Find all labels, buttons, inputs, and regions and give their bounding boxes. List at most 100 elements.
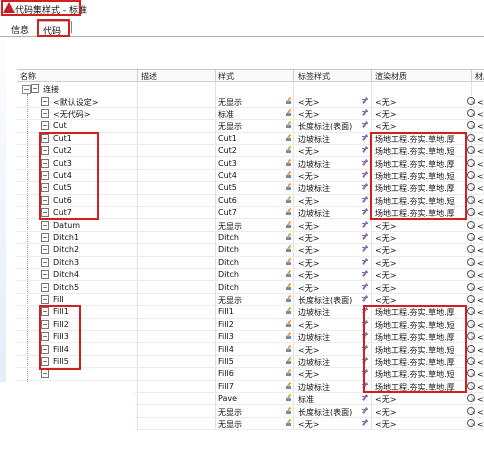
row-style[interactable]: Fill1 [218, 307, 284, 316]
label-style-icon[interactable] [362, 394, 370, 402]
header-divider[interactable] [137, 70, 138, 82]
style-edit-icon[interactable] [285, 208, 293, 216]
row-style[interactable]: Fill5 [218, 357, 284, 366]
row-material[interactable]: <无> [477, 307, 484, 318]
row-style[interactable]: Cut5 [218, 183, 284, 192]
row-tag-style[interactable]: <无> [298, 196, 372, 207]
row-render-material[interactable]: <无> [375, 419, 463, 430]
table-row[interactable]: Ditch4Ditch<无><无><无> [17, 269, 484, 282]
row-name[interactable]: Cut6 [53, 196, 137, 205]
material-browse-icon[interactable] [467, 220, 475, 229]
row-name[interactable]: Fill4 [53, 345, 137, 354]
table-row[interactable]: Fill3 Fill3 边坡标注场地工程.夯实.草地.厚 <无> [17, 331, 484, 344]
material-browse-icon[interactable] [467, 133, 475, 142]
table-row[interactable]: Cut2Cut2<无>场地工程.夯实.草地.短<无> [17, 145, 484, 158]
material-browse-icon[interactable] [467, 245, 475, 254]
style-edit-icon[interactable] [285, 270, 293, 278]
row-style[interactable]: Ditch [218, 270, 284, 279]
material-browse-icon[interactable] [467, 170, 475, 179]
row-style[interactable]: 无显示 [218, 407, 284, 418]
row-render-material[interactable]: 场地工程.夯实.草地.短 [375, 171, 463, 182]
material-browse-icon[interactable] [467, 319, 475, 328]
label-style-icon[interactable] [362, 233, 370, 241]
row-material[interactable]: <无> [477, 245, 484, 256]
table-row[interactable]: Cut7 Cut7 边坡标注场地工程.夯实.草地.厚 <无> [17, 207, 484, 220]
row-tag-style[interactable]: 边坡标注 [298, 357, 372, 368]
row-material[interactable]: <无> [477, 134, 484, 145]
style-edit-icon[interactable] [285, 183, 293, 191]
tree-root-row[interactable]: 连接 [17, 83, 484, 95]
style-edit-icon[interactable] [285, 332, 293, 340]
row-style[interactable]: Ditch [218, 245, 284, 254]
row-tag-style[interactable]: <无> [298, 345, 372, 356]
style-edit-icon[interactable] [285, 369, 293, 377]
row-tag-style[interactable]: <无> [298, 283, 372, 294]
row-tag-style[interactable]: 长度标注(表面) [298, 295, 372, 306]
row-name[interactable]: Cut [53, 121, 137, 130]
table-row[interactable]: Cut无显示长度标注(表面)<无><无> [17, 120, 484, 133]
row-render-material[interactable]: <无> [375, 283, 463, 294]
row-name[interactable]: Cut2 [53, 146, 137, 155]
header-style[interactable]: 样式 [218, 71, 234, 82]
table-row[interactable]: Fill1 Fill1 边坡标注场地工程.夯实.草地.厚 <无> [17, 306, 484, 319]
row-material[interactable]: <无> [477, 221, 484, 232]
row-name[interactable]: <无代码> [53, 109, 137, 120]
style-edit-icon[interactable] [285, 382, 293, 390]
row-style[interactable]: Cut7 [218, 208, 284, 217]
label-style-icon[interactable] [362, 245, 370, 253]
row-render-material[interactable]: <无> [375, 121, 463, 132]
label-style-icon[interactable] [362, 369, 370, 377]
material-browse-icon[interactable] [467, 146, 475, 155]
row-render-material[interactable]: <无> [375, 233, 463, 244]
label-style-icon[interactable] [362, 121, 370, 129]
row-render-material[interactable]: <无> [375, 258, 463, 269]
style-edit-icon[interactable] [285, 345, 293, 353]
row-tag-style[interactable]: 长度标注(表面) [298, 407, 372, 418]
row-style[interactable]: Pave [218, 394, 284, 403]
row-material[interactable]: <无> [477, 394, 484, 405]
material-browse-icon[interactable] [467, 257, 475, 266]
row-name[interactable]: Fill1 [53, 307, 137, 316]
row-style[interactable]: Cut2 [218, 146, 284, 155]
row-render-material[interactable]: 场地工程.夯实.草地.短 [375, 320, 463, 331]
row-render-material[interactable]: <无> [375, 407, 463, 418]
row-name[interactable]: Ditch3 [53, 258, 137, 267]
table-row[interactable]: Fill5 Fill5 边坡标注场地工程.夯实.草地.厚 <无> [17, 356, 484, 369]
material-browse-icon[interactable] [467, 307, 475, 316]
header-desc[interactable]: 描述 [141, 71, 157, 82]
row-name[interactable]: Cut7 [53, 208, 137, 217]
label-style-icon[interactable] [362, 407, 370, 415]
row-name[interactable]: Ditch1 [53, 233, 137, 242]
style-edit-icon[interactable] [285, 196, 293, 204]
row-tag-style[interactable]: 边坡标注 [298, 332, 372, 343]
row-material[interactable]: <无> [477, 196, 484, 207]
row-tag-style[interactable]: 边坡标注 [298, 208, 372, 219]
row-style[interactable]: Cut1 [218, 134, 284, 143]
label-style-icon[interactable] [362, 382, 370, 390]
header-name[interactable]: 名称 [20, 71, 36, 82]
row-style[interactable]: Cut6 [218, 196, 284, 205]
material-browse-icon[interactable] [467, 195, 475, 204]
material-browse-icon[interactable] [467, 344, 475, 353]
label-style-icon[interactable] [362, 134, 370, 142]
row-name[interactable]: Datum [53, 221, 137, 230]
material-browse-icon[interactable] [467, 294, 475, 303]
header-tag[interactable]: 标签样式 [298, 71, 330, 82]
row-render-material[interactable]: 场地工程.夯实.草地.厚 [375, 357, 463, 368]
table-row[interactable]: Fill2Fill2<无>场地工程.夯实.草地.短<无> [17, 319, 484, 332]
row-render-material[interactable]: 场地工程.夯实.草地.短 [375, 369, 463, 380]
style-edit-icon[interactable] [285, 221, 293, 229]
material-browse-icon[interactable] [467, 394, 475, 403]
label-style-icon[interactable] [362, 146, 370, 154]
row-style[interactable]: 无显示 [218, 121, 284, 132]
table-row[interactable]: Cut1 Cut1 边坡标注场地工程.夯实.草地.厚 <无> [17, 133, 484, 146]
header-divider[interactable] [215, 70, 216, 82]
row-style[interactable]: Cut4 [218, 171, 284, 180]
row-style[interactable]: Ditch [218, 283, 284, 292]
row-render-material[interactable]: <无> [375, 394, 463, 405]
table-row[interactable]: Ditch2Ditch<无><无><无> [17, 244, 484, 257]
row-style[interactable]: Fill3 [218, 332, 284, 341]
style-edit-icon[interactable] [285, 97, 293, 105]
row-material[interactable]: <无> [477, 407, 484, 418]
label-style-icon[interactable] [362, 109, 370, 117]
